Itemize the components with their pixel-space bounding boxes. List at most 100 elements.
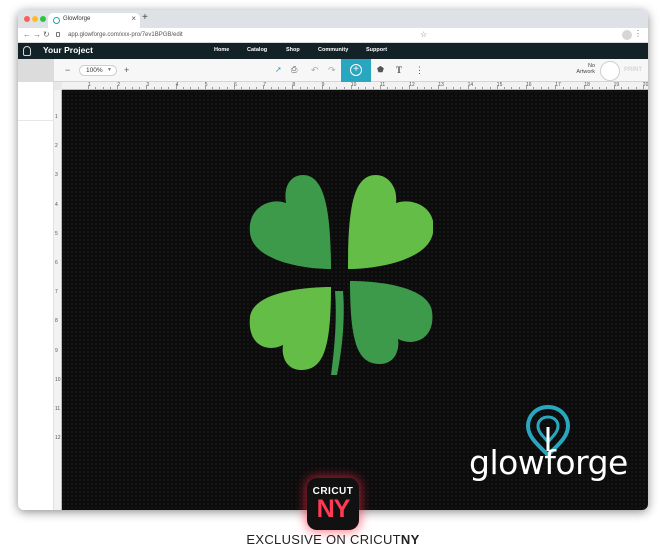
h-ruler-mark [460,87,462,89]
h-ruler-mark [438,85,440,89]
h-ruler-mark [511,87,513,89]
h-ruler-mark [292,85,294,89]
v-ruler-tick: 11 [55,406,61,412]
h-ruler-mark [117,85,119,89]
h-ruler-mark [197,87,199,89]
glowforge-wordmark: glowforge [469,443,628,482]
profile-avatar[interactable] [622,30,632,40]
close-window-button[interactable] [24,16,30,22]
v-ruler-tick: 5 [55,230,58,237]
glowforge-favicon-icon [53,17,60,24]
text-tool-icon[interactable]: T [396,65,402,75]
v-ruler-tick: 8 [55,318,58,325]
h-ruler-mark [467,85,469,89]
shapes-icon[interactable]: ⬟ [377,65,384,74]
h-ruler-mark [343,87,345,89]
add-artwork-button[interactable]: + [341,59,371,82]
h-ruler-mark [474,87,476,89]
h-ruler-mark [88,85,89,89]
h-ruler-mark [314,87,316,89]
tab-title: Glowforge [63,16,91,22]
h-ruler-mark [380,85,381,89]
bookmark-star-icon[interactable]: ☆ [420,30,427,39]
h-ruler-mark [431,87,433,89]
h-ruler-mark [124,87,126,89]
print-icon[interactable]: ⎙ [291,65,297,75]
shamrock-stem [331,291,344,375]
badge-bottom-text: NY [316,495,351,523]
artwork-status: No Artwork [571,63,595,75]
zoom-out-button[interactable]: − [65,65,70,75]
status-line-2: Artwork [576,69,595,75]
h-ruler-mark [518,87,520,89]
ruler-corner [54,82,62,90]
print-button[interactable] [600,61,620,81]
url-field[interactable]: app.glowforge.com/xxx-pro/7ev1BPGB/edit [62,30,422,41]
minimize-window-button[interactable] [32,16,38,22]
v-ruler-tick: 2 [55,143,58,150]
h-ruler-mark [401,87,403,89]
v-ruler-tick: 6 [55,260,58,266]
maximize-window-button[interactable] [40,16,46,22]
h-ruler-mark [146,85,148,89]
h-ruler-mark [299,87,301,89]
editor-toolbar: − 100% ▼ + ➚ ⎙ ↶ ↷ + ⬟ T ⋮ No Artwork PR… [18,59,648,82]
redo-icon[interactable]: ↷ [328,65,336,76]
more-options-icon[interactable]: ⋮ [415,65,424,76]
h-ruler-mark [526,85,527,89]
h-ruler-mark [482,87,484,89]
nav-community[interactable]: Community [318,47,348,53]
nav-home[interactable]: Home [214,47,229,53]
chevron-down-icon: ▼ [107,67,112,73]
shamrock-leaf-top-left [249,175,331,269]
h-ruler-mark [423,87,425,89]
h-ruler-mark [226,87,228,89]
h-ruler-mark [409,85,411,89]
address-bar-row: ← → ↻ app.glowforge.com/xxx-pro/7ev1BPGB… [18,28,648,43]
project-title[interactable]: Your Project [43,45,93,55]
browser-tab[interactable]: Glowforge × [48,13,140,28]
shamrock-artwork[interactable] [231,165,433,377]
h-ruler-mark [182,87,184,89]
h-ruler-mark [321,85,323,89]
h-ruler-mark [540,87,542,89]
v-ruler-tick: 4 [55,201,58,208]
h-ruler-mark [248,87,250,89]
toolbar-side-panel [18,59,54,82]
h-ruler-mark [606,87,608,89]
nav-catalog[interactable]: Catalog [247,47,267,53]
horizontal-ruler: 1 2 3 4 5 6 7 8 9 10 11 12 13 14 15 16 17 18 19 20 [62,82,648,90]
zoom-in-button[interactable]: + [124,65,129,75]
zoom-value: 100% [86,67,103,74]
h-ruler-mark [445,87,447,89]
h-ruler-mark [212,87,214,89]
h-ruler-mark [562,87,564,89]
h-ruler-mark [270,87,272,89]
nav-shop[interactable]: Shop [286,47,300,53]
undo-icon[interactable]: ↶ [311,65,319,76]
h-ruler-mark [263,85,265,89]
h-ruler-mark [504,87,506,89]
browser-menu-icon[interactable]: ⋮ [634,29,642,38]
select-pointer-icon[interactable]: ➚ [275,65,282,74]
back-icon[interactable]: ← [23,30,31,39]
glowforge-logo-icon[interactable] [23,46,31,56]
exclusive-caption: EXCLUSIVE ON CRICUTNY [0,532,666,547]
h-ruler-mark [372,87,374,89]
shamrock-leaf-top-right [348,175,433,269]
close-tab-icon[interactable]: × [131,14,136,23]
h-ruler-mark [496,85,498,89]
zoom-select[interactable]: 100% ▼ [79,65,117,76]
h-ruler-mark [285,87,287,89]
forward-icon[interactable]: → [33,30,41,39]
h-ruler-mark [555,85,557,89]
nav-support[interactable]: Support [366,47,387,53]
h-ruler-mark [533,87,535,89]
new-tab-icon[interactable]: + [142,12,148,23]
caption-prefix: EXCLUSIVE ON CRICUT [246,532,401,547]
h-ruler-mark [219,87,221,89]
reload-icon[interactable]: ↻ [43,30,50,39]
shamrock-leaf-bottom-left [249,287,331,370]
vertical-ruler: 1 2 3 4 5 6 7 8 9 10 11 12 [54,90,62,510]
h-ruler-mark [350,85,352,89]
